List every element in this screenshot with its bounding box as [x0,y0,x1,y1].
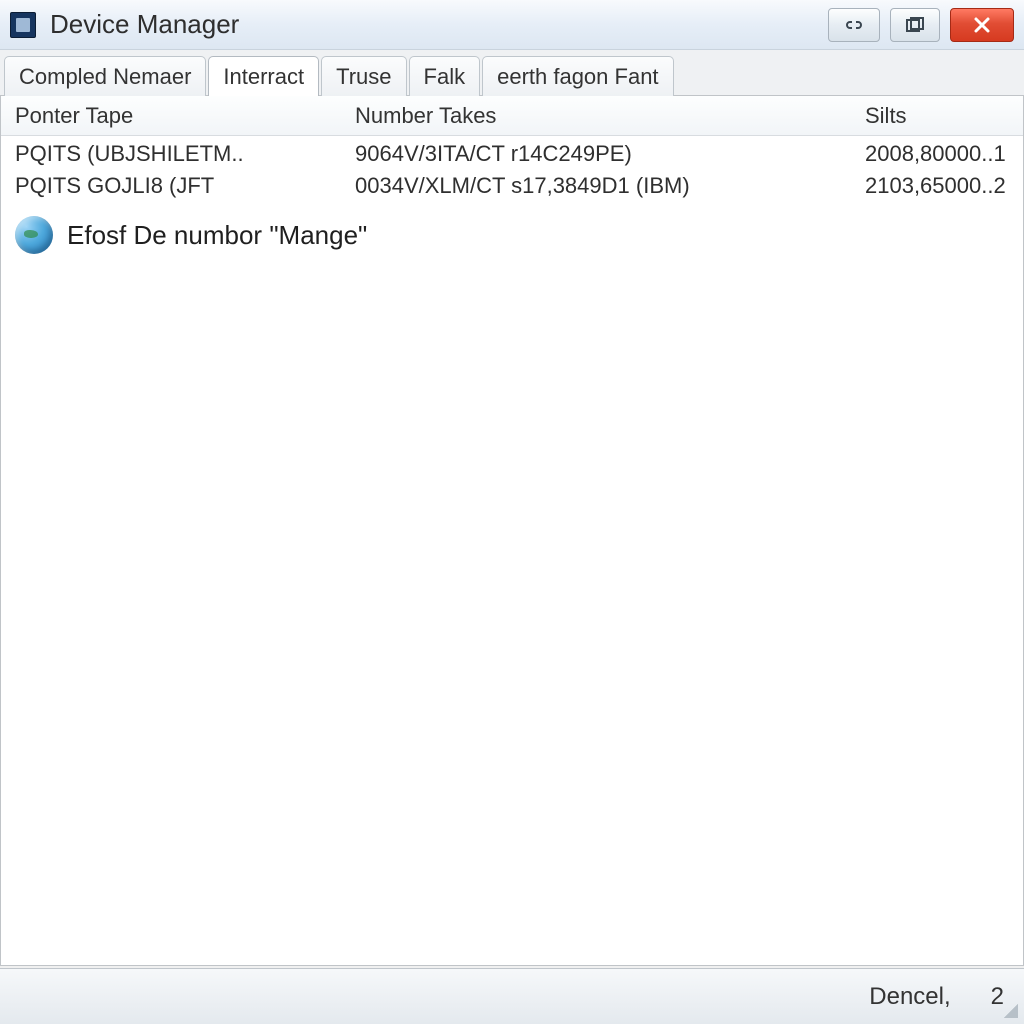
cell-ponter: PQITS (UBJSHILETM.. [1,141,341,167]
table-row[interactable]: PQITS (UBJSHILETM.. 9064V/3ITA/CT r14C24… [1,138,1023,170]
cell-silts: 2008,80000..1 [851,141,1023,167]
cell-number: 0034V/XLM/CT s17,3849D1 (IBM) [341,173,851,199]
maximize-button[interactable] [890,8,940,42]
tab-eerth[interactable]: eerth fagon Fant [482,56,673,96]
minimize-button[interactable] [828,8,880,42]
tab-falk[interactable]: Falk [409,56,481,96]
list-panel: Ponter Tape Number Takes Silts PQITS (UB… [0,96,1024,966]
cell-silts: 2103,65000..2 [851,173,1023,199]
window-title: Device Manager [50,9,828,40]
tab-label: Interract [223,64,304,90]
table-row[interactable]: PQITS GOJLI8 (JFT 0034V/XLM/CT s17,3849D… [1,170,1023,202]
tab-compled[interactable]: Compled Nemaer [4,56,206,96]
close-icon [973,16,991,34]
statusbar: Dencel, 2 [0,968,1024,1024]
cell-ponter: PQITS GOJLI8 (JFT [1,173,341,199]
status-left: Dencel, [869,983,950,1011]
link-icon [843,18,865,32]
caption-buttons [828,8,1014,42]
tab-label: Compled Nemaer [19,64,191,90]
globe-icon [15,216,53,254]
column-header-number[interactable]: Number Takes [341,103,851,129]
tab-label: eerth fagon Fant [497,64,658,90]
column-header-ponter[interactable]: Ponter Tape [1,103,341,129]
list-header: Ponter Tape Number Takes Silts [1,96,1023,136]
resize-grip-icon[interactable] [1000,1000,1018,1018]
list-body: PQITS (UBJSHILETM.. 9064V/3ITA/CT r14C24… [1,136,1023,254]
tab-label: Truse [336,64,391,90]
tab-truse[interactable]: Truse [321,56,406,96]
tabs-row: Compled Nemaer Interract Truse Falk eert… [0,50,1024,96]
tab-interract[interactable]: Interract [208,56,319,96]
titlebar: Device Manager [0,0,1024,50]
tab-label: Falk [424,64,466,90]
info-text: Efosf De numbor "Mange" [67,220,367,251]
app-icon [10,12,36,38]
window-root: Device Manager Compled Nemaer Interract [0,0,1024,1024]
close-button[interactable] [950,8,1014,42]
cell-number: 9064V/3ITA/CT r14C249PE) [341,141,851,167]
info-line: Efosf De numbor "Mange" [15,216,1023,254]
column-header-silts[interactable]: Silts [851,103,1023,129]
maximize-icon [906,17,924,33]
